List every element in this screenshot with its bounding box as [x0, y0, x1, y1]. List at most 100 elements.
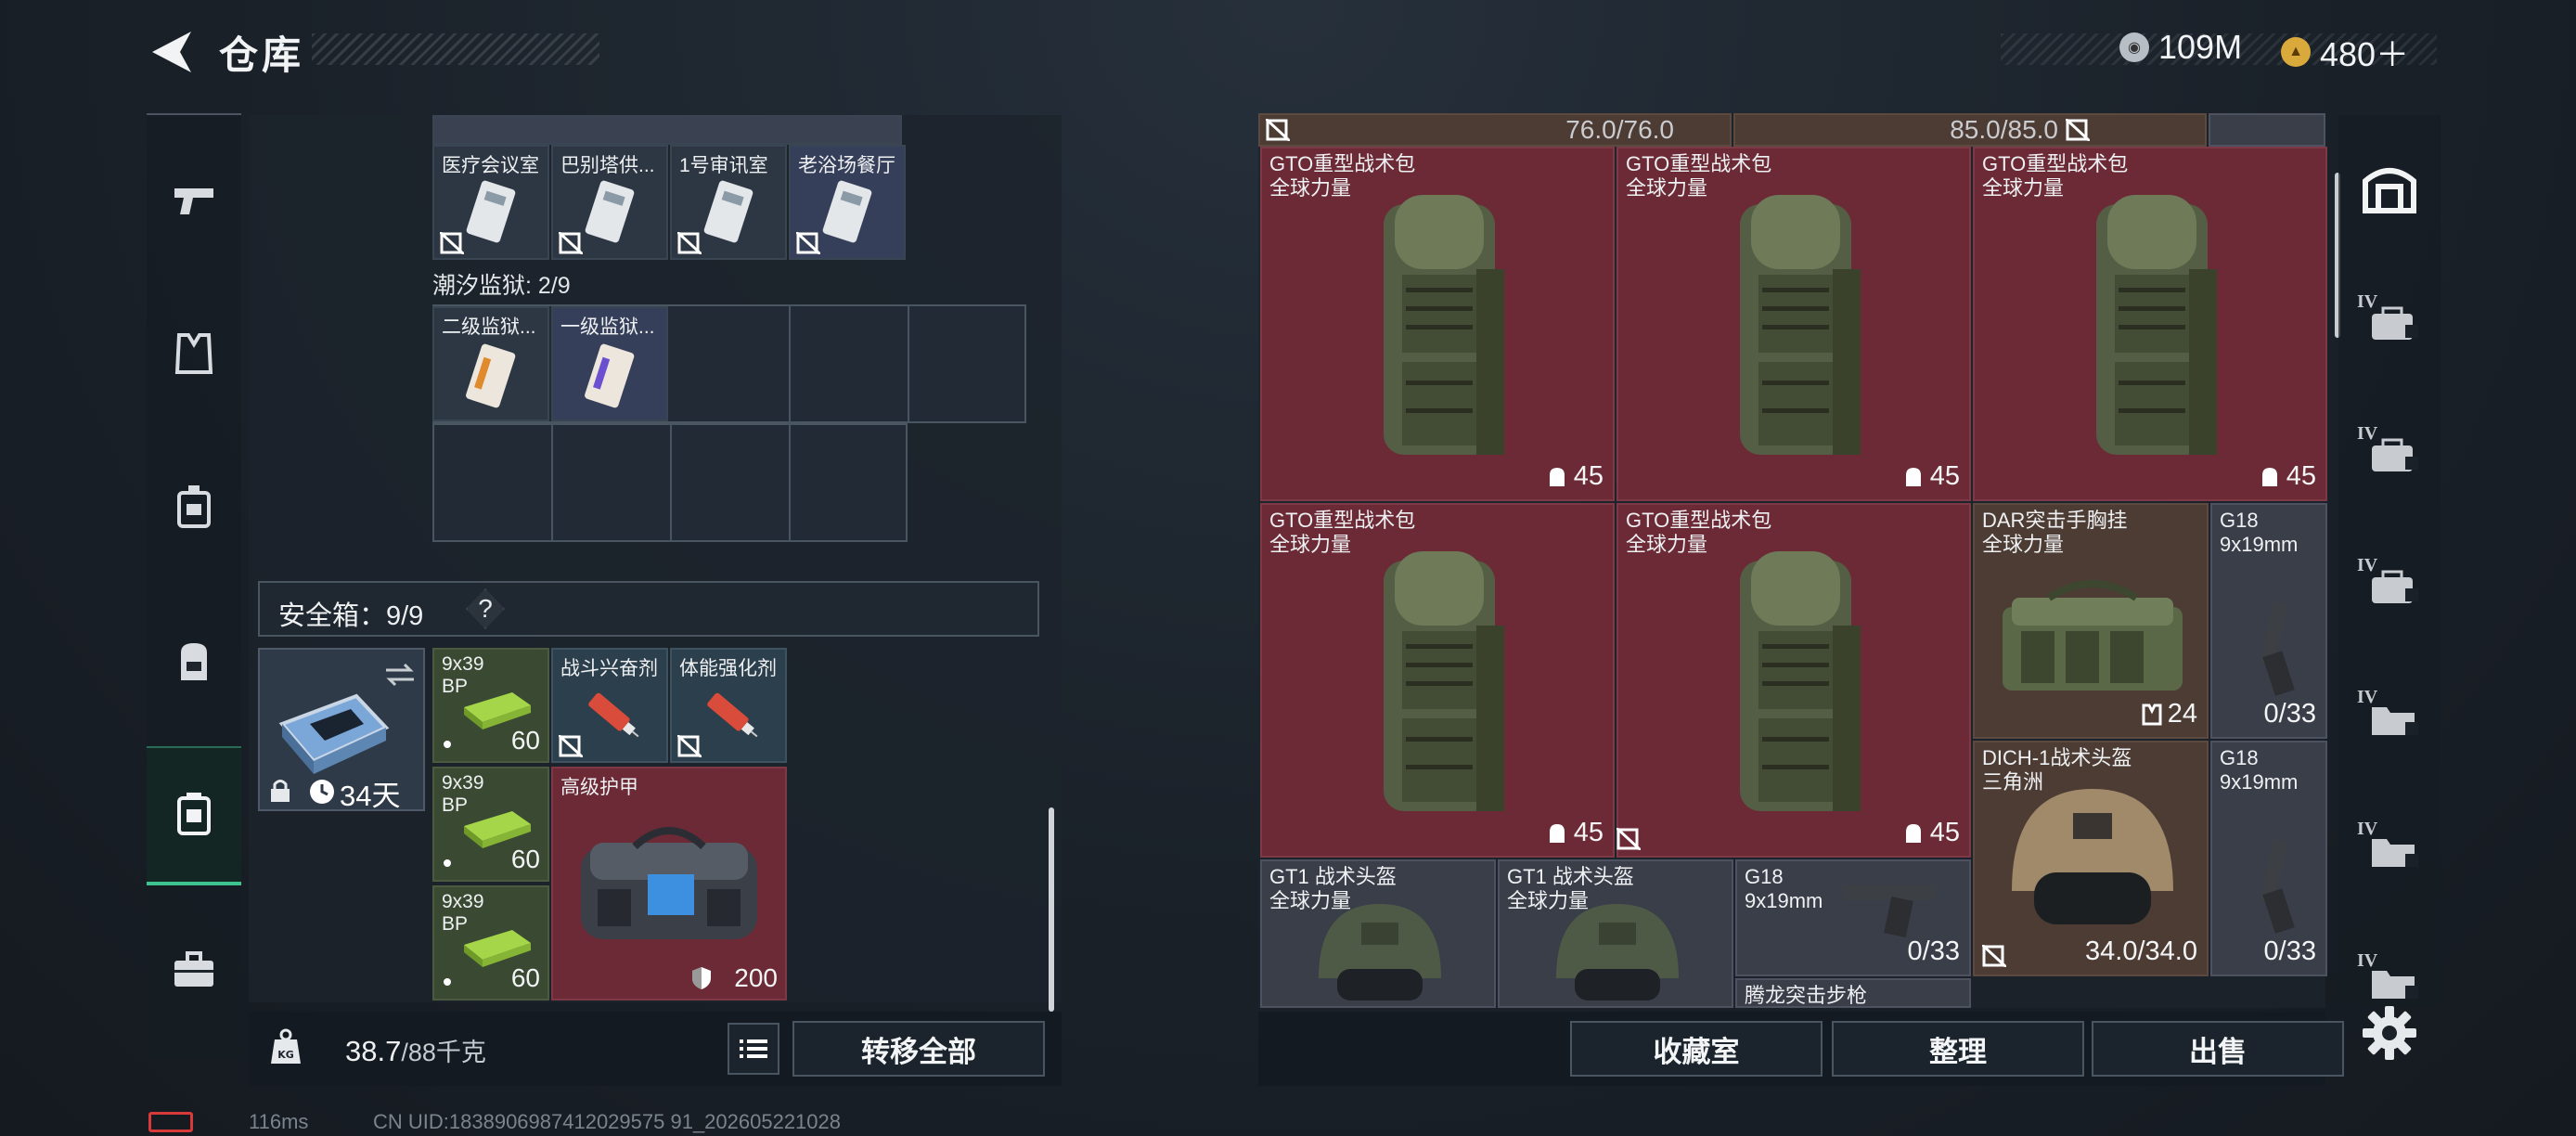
item-label: G18 9x19mm — [1745, 865, 1823, 913]
ammo-item[interactable]: 9x39 BP 60 — [432, 648, 549, 763]
stash-partial-item[interactable] — [2209, 113, 2325, 147]
stash-tab-iv[interactable]: IV — [2338, 657, 2441, 772]
item-count-value: 24 — [2167, 699, 2197, 729]
stash-item[interactable]: GTO重型战术包 全球力量 45 — [1260, 147, 1615, 501]
stash-tab-iv[interactable]: IV — [2338, 789, 2441, 904]
collection-room-button[interactable]: 收藏室 — [1570, 1021, 1823, 1077]
armor-item[interactable]: 高级护甲 200 — [551, 767, 787, 1000]
currency-gold[interactable]: ▲ 480＋ — [2281, 28, 2409, 76]
stash-item[interactable]: 腾龙突击步枪 — [1735, 978, 1971, 1008]
sell-button[interactable]: 出售 — [2092, 1021, 2344, 1077]
folder-icon — [2372, 839, 2418, 867]
keycard-icon — [703, 180, 753, 243]
stash-item[interactable]: GT1 战术头盔 全球力量 — [1260, 859, 1496, 1008]
weight-icon: KG — [271, 1028, 301, 1064]
stash-item[interactable]: DAR突击手胸挂 全球力量 24 — [1973, 503, 2209, 739]
safe-box-container[interactable]: 34天 — [258, 648, 425, 812]
pistol-icon — [2260, 838, 2295, 934]
stash-item[interactable]: G18 9x19mm 0/33 — [2210, 503, 2327, 739]
stash-partial-item[interactable]: 85.0/85.0 — [1733, 113, 2207, 147]
sort-button[interactable]: 整理 — [1832, 1021, 2084, 1077]
currency-silver[interactable]: ◉ 109M — [2119, 28, 2242, 67]
iv-tab-icon: IV — [2357, 291, 2422, 347]
item-count: 45 — [1546, 461, 1604, 492]
stash-item[interactable]: GTO重型战术包 全球力量 45 — [1260, 503, 1615, 858]
no-insure-icon — [1982, 945, 2006, 967]
safe-box-timer: 34天 — [340, 780, 401, 812]
back-button[interactable] — [148, 28, 200, 76]
transfer-all-button[interactable]: 转移全部 — [792, 1021, 1045, 1077]
stash-item[interactable]: G18 9x19mm 0/33 — [2210, 741, 2327, 976]
item-name: GT1 战术头盔 — [1269, 865, 1397, 888]
stash-partial-item[interactable]: 76.0/76.0 — [1258, 113, 1732, 147]
item-label: 9x39 — [442, 653, 484, 675]
prison-section-label: 潮汐监狱: 2/9 — [432, 273, 571, 299]
item-label: 战斗兴奋剂 — [560, 658, 658, 679]
item-name: GT1 战术头盔 — [1507, 865, 1634, 888]
stash-tab-iv[interactable]: IV — [2338, 394, 2441, 509]
safe-case-icon — [278, 693, 390, 774]
rail-tab-armor[interactable] — [147, 284, 241, 423]
stash-tab-iv[interactable]: IV — [2338, 262, 2441, 377]
item-label: G18 9x19mm — [2220, 746, 2298, 794]
pistol-icon — [1843, 885, 1936, 938]
backpack-icon — [2096, 195, 2217, 455]
item-name: G18 — [2220, 509, 2259, 532]
rail-tab-safebox[interactable] — [147, 746, 241, 885]
settings-gear-icon[interactable] — [2357, 1000, 2422, 1065]
ammo-item[interactable]: 9x39 BP 60 — [432, 885, 549, 1000]
list-view-button[interactable] — [728, 1023, 779, 1075]
grid-line — [551, 423, 553, 542]
clock-icon — [310, 780, 334, 804]
stimulant-item[interactable]: 战斗兴奋剂 — [551, 648, 668, 763]
folder-icon — [2372, 707, 2418, 735]
item-name: GTO重型战术包 — [1626, 509, 1772, 532]
stash-item[interactable]: G18 9x19mm 0/33 — [1735, 859, 1971, 976]
no-insure-icon — [796, 232, 820, 254]
item-count: 60 — [510, 726, 540, 755]
item-count: 45 — [1546, 818, 1604, 848]
rail-tab-rig[interactable] — [147, 438, 241, 577]
warehouse-icon — [2363, 168, 2416, 213]
rail-tab-case[interactable] — [147, 900, 241, 1039]
helmet-icon — [1556, 904, 1679, 1000]
ammo-item[interactable]: 9x39 BP 60 — [432, 767, 549, 882]
pistol-icon — [174, 188, 213, 214]
item-count: 45 — [1902, 818, 1960, 848]
item-count: 60 — [510, 963, 540, 992]
armor-bag-icon — [581, 827, 757, 939]
keycard-item[interactable]: 巴别塔供... — [551, 145, 668, 260]
keycard-item[interactable]: 1号审讯室 — [670, 145, 787, 260]
silver-amount: 109M — [2158, 28, 2243, 66]
left-scrollbar[interactable] — [1049, 807, 1054, 1012]
rail-tab-weapons[interactable] — [147, 130, 241, 269]
prison-keycard-item[interactable]: 一级监狱... — [551, 306, 668, 421]
silver-coin-icon: ◉ — [2119, 32, 2149, 62]
stash-item[interactable]: DICH-1战术头盔 三角洲 34.0/34.0 — [1973, 741, 2209, 976]
backpack-icon — [1740, 195, 1861, 455]
item-name: G18 — [2220, 746, 2259, 769]
item-name: DAR突击手胸挂 — [1982, 509, 2128, 532]
item-durability: 85.0/85.0 — [1950, 115, 2058, 144]
prison-keycard-item[interactable]: 二级监狱... — [432, 306, 549, 421]
stash-item[interactable]: GTO重型战术包 全球力量 45 — [1973, 147, 2327, 501]
rail-tab-backpack[interactable] — [147, 592, 241, 731]
case-icon — [2372, 306, 2418, 340]
keycard-item[interactable]: 老浴场餐厅 — [789, 145, 906, 260]
stash-tab-all[interactable] — [2338, 130, 2441, 245]
grid-line — [789, 304, 791, 542]
item-count: 0/33 — [2264, 699, 2316, 729]
shield-icon — [692, 967, 711, 989]
stimulant-item[interactable]: 体能强化剂 — [670, 648, 787, 763]
gold-amount: 480＋ — [2320, 35, 2410, 73]
safe-box-icon — [177, 793, 211, 835]
help-button[interactable]: ? — [466, 588, 505, 629]
item-label: 体能强化剂 — [679, 658, 777, 679]
stash-item[interactable]: GTO重型战术包 全球力量 45 — [1616, 503, 1971, 858]
stash-item[interactable]: GTO重型战术包 全球力量 45 — [1616, 147, 1971, 501]
stash-tab-iv[interactable]: IV — [2338, 525, 2441, 640]
stash-item[interactable]: GT1 战术头盔 全球力量 — [1498, 859, 1733, 1008]
folder-icon — [2372, 971, 2418, 999]
armor-durability: 200 — [734, 963, 778, 992]
keycard-item[interactable]: 医疗会议室 — [432, 145, 549, 260]
